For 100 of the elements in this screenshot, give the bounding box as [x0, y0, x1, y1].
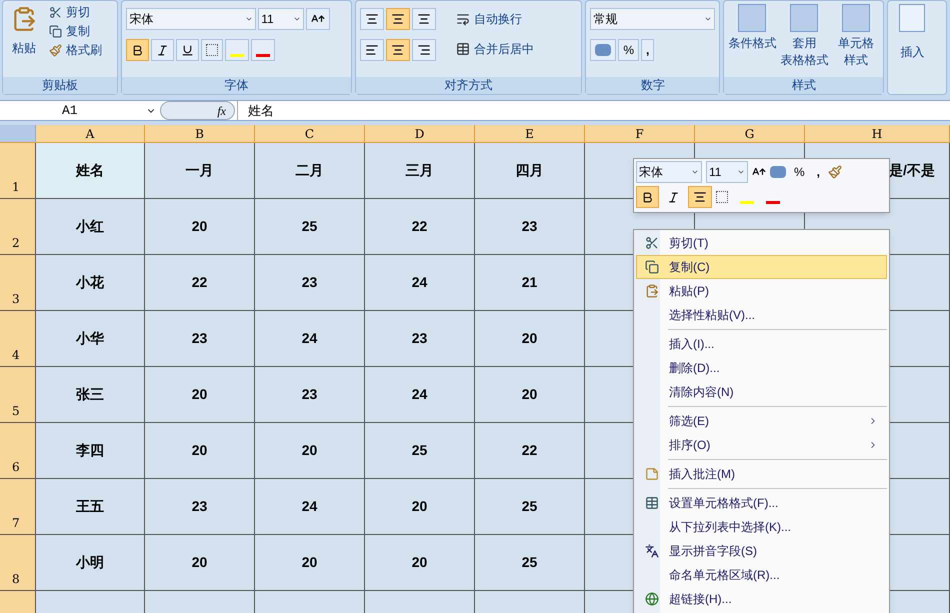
comma-button[interactable]: ,	[641, 39, 654, 61]
borders-button[interactable]	[201, 39, 224, 61]
wrap-text-icon	[456, 12, 470, 26]
table-cell: 21	[475, 255, 585, 310]
menu-item[interactable]: 删除(D)...	[636, 356, 887, 380]
menu-item[interactable]: 插入(I)...	[636, 332, 887, 356]
menu-item[interactable]: 超链接(H)...	[636, 587, 887, 611]
column-header[interactable]: F	[585, 125, 695, 142]
button-label: 套用	[792, 35, 816, 52]
function-button[interactable]: fx	[160, 101, 235, 120]
table-cell: 李四	[36, 423, 145, 478]
horizontal-align-button[interactable]	[412, 39, 436, 61]
table-cell: 24	[255, 479, 365, 534]
caret-icon	[293, 15, 302, 23]
menu-item[interactable]: 清除内容(N)	[636, 380, 887, 404]
menu-item[interactable]: 从下拉列表中选择(K)...	[636, 515, 887, 539]
underline-button[interactable]	[176, 39, 200, 61]
vertical-align-button[interactable]	[360, 8, 384, 30]
format-painter-button[interactable]: 格式刷	[49, 42, 102, 58]
table-cell: 20	[145, 199, 255, 254]
copy-button[interactable]: 复制	[49, 23, 102, 39]
horizontal-align-button[interactable]	[360, 39, 384, 61]
insert-button[interactable]: 插入	[892, 4, 932, 94]
grow-font-button[interactable]	[306, 8, 330, 30]
fill-color-button[interactable]	[225, 39, 250, 61]
column-header[interactable]: D	[365, 125, 475, 142]
caret-icon	[737, 168, 745, 176]
vertical-align-button[interactable]	[412, 8, 436, 30]
column-header[interactable]: A	[36, 125, 145, 142]
cut-button[interactable]: 剪切	[49, 4, 102, 20]
center-align-button[interactable]	[688, 186, 712, 208]
menu-item[interactable]: 设置单元格格式(F)...	[636, 491, 887, 515]
paintbrush-icon	[828, 165, 842, 179]
table-cell: 20	[365, 535, 475, 590]
button-label: 表格格式	[780, 52, 828, 69]
menu-item[interactable]: 命名单元格区域(R)...	[636, 563, 887, 587]
currency-button[interactable]	[590, 39, 616, 61]
comma-button[interactable]: ,	[812, 163, 824, 181]
row-header[interactable]: 5	[0, 367, 36, 422]
merge-center-button[interactable]: 合并后居中	[456, 40, 534, 58]
align-lines-icon	[693, 190, 707, 204]
row-header[interactable]: 2	[0, 199, 36, 254]
table-cell: 四月	[475, 143, 585, 198]
table-cell: 20	[475, 367, 585, 422]
table-cell: 20	[145, 535, 255, 590]
table-cell: 22	[145, 255, 255, 310]
table-cell: 一月	[145, 143, 255, 198]
font-color-button[interactable]	[251, 39, 276, 61]
table-cell: 24	[255, 311, 365, 366]
style-button[interactable]: 单元格 样式	[832, 4, 880, 77]
bold-button[interactable]	[126, 39, 150, 61]
formula-input[interactable]: 姓名	[237, 100, 950, 120]
menu-item[interactable]: 插入批注(M)	[636, 462, 887, 486]
underline-icon	[181, 44, 194, 56]
percent-button[interactable]: %	[618, 39, 640, 61]
table-cell: 23	[365, 311, 475, 366]
style-button[interactable]: 条件格式	[728, 4, 776, 77]
font-size-field[interactable]: 11	[706, 161, 748, 183]
column-header[interactable]: C	[255, 125, 365, 142]
menu-item[interactable]: 筛选(E)	[636, 409, 887, 433]
font-name-field[interactable]: 宋体	[636, 161, 702, 183]
bold-button[interactable]	[636, 186, 659, 208]
format-cells-icon	[645, 496, 659, 510]
menu-item[interactable]: 复制(C)	[636, 255, 887, 279]
row-header[interactable]: 4	[0, 311, 36, 366]
horizontal-align-button[interactable]	[386, 39, 410, 61]
menu-item[interactable]: 排序(O)	[636, 433, 887, 457]
caret-icon	[704, 15, 712, 23]
row-header[interactable]: 7	[0, 479, 36, 534]
column-header[interactable]: E	[475, 125, 585, 142]
column-header[interactable]: G	[695, 125, 805, 142]
column-header[interactable]: B	[145, 125, 255, 142]
wrap-text-button[interactable]: 自动换行	[456, 10, 534, 28]
row-header[interactable]: 3	[0, 255, 36, 310]
row-header[interactable]: 6	[0, 423, 36, 478]
number-format-field[interactable]: 常规	[590, 8, 716, 30]
vertical-align-button[interactable]	[386, 8, 410, 30]
copy-icon	[645, 260, 659, 274]
button-label: 样式	[844, 52, 868, 69]
table-cell: 小花	[36, 255, 145, 310]
font-size-field[interactable]: 11	[258, 8, 304, 30]
menu-item[interactable]: 选择性粘贴(V)...	[636, 303, 887, 327]
italic-button[interactable]	[151, 39, 174, 61]
paste-button[interactable]: 粘贴	[7, 4, 41, 77]
menu-item[interactable]: 剪切(T)	[636, 231, 887, 255]
name-box[interactable]: A1	[0, 100, 160, 120]
row-header[interactable]: 1	[0, 143, 36, 198]
row-header[interactable]: 8	[0, 535, 36, 590]
group-label: 对齐方式	[356, 77, 582, 94]
table-cell: 姓名	[36, 143, 145, 198]
font-name-field[interactable]: 宋体	[126, 8, 256, 30]
table-cell: 25	[255, 199, 365, 254]
menu-item[interactable]: 显示拼音字段(S)	[636, 539, 887, 563]
align-lines-icon	[364, 43, 379, 57]
style-button[interactable]: 套用 表格格式	[780, 4, 828, 77]
column-header[interactable]: H	[805, 125, 950, 142]
paintbrush-icon	[49, 44, 62, 56]
caret-icon	[245, 15, 254, 23]
table-cell: 23	[255, 255, 365, 310]
menu-item[interactable]: 粘贴(P)	[636, 279, 887, 303]
